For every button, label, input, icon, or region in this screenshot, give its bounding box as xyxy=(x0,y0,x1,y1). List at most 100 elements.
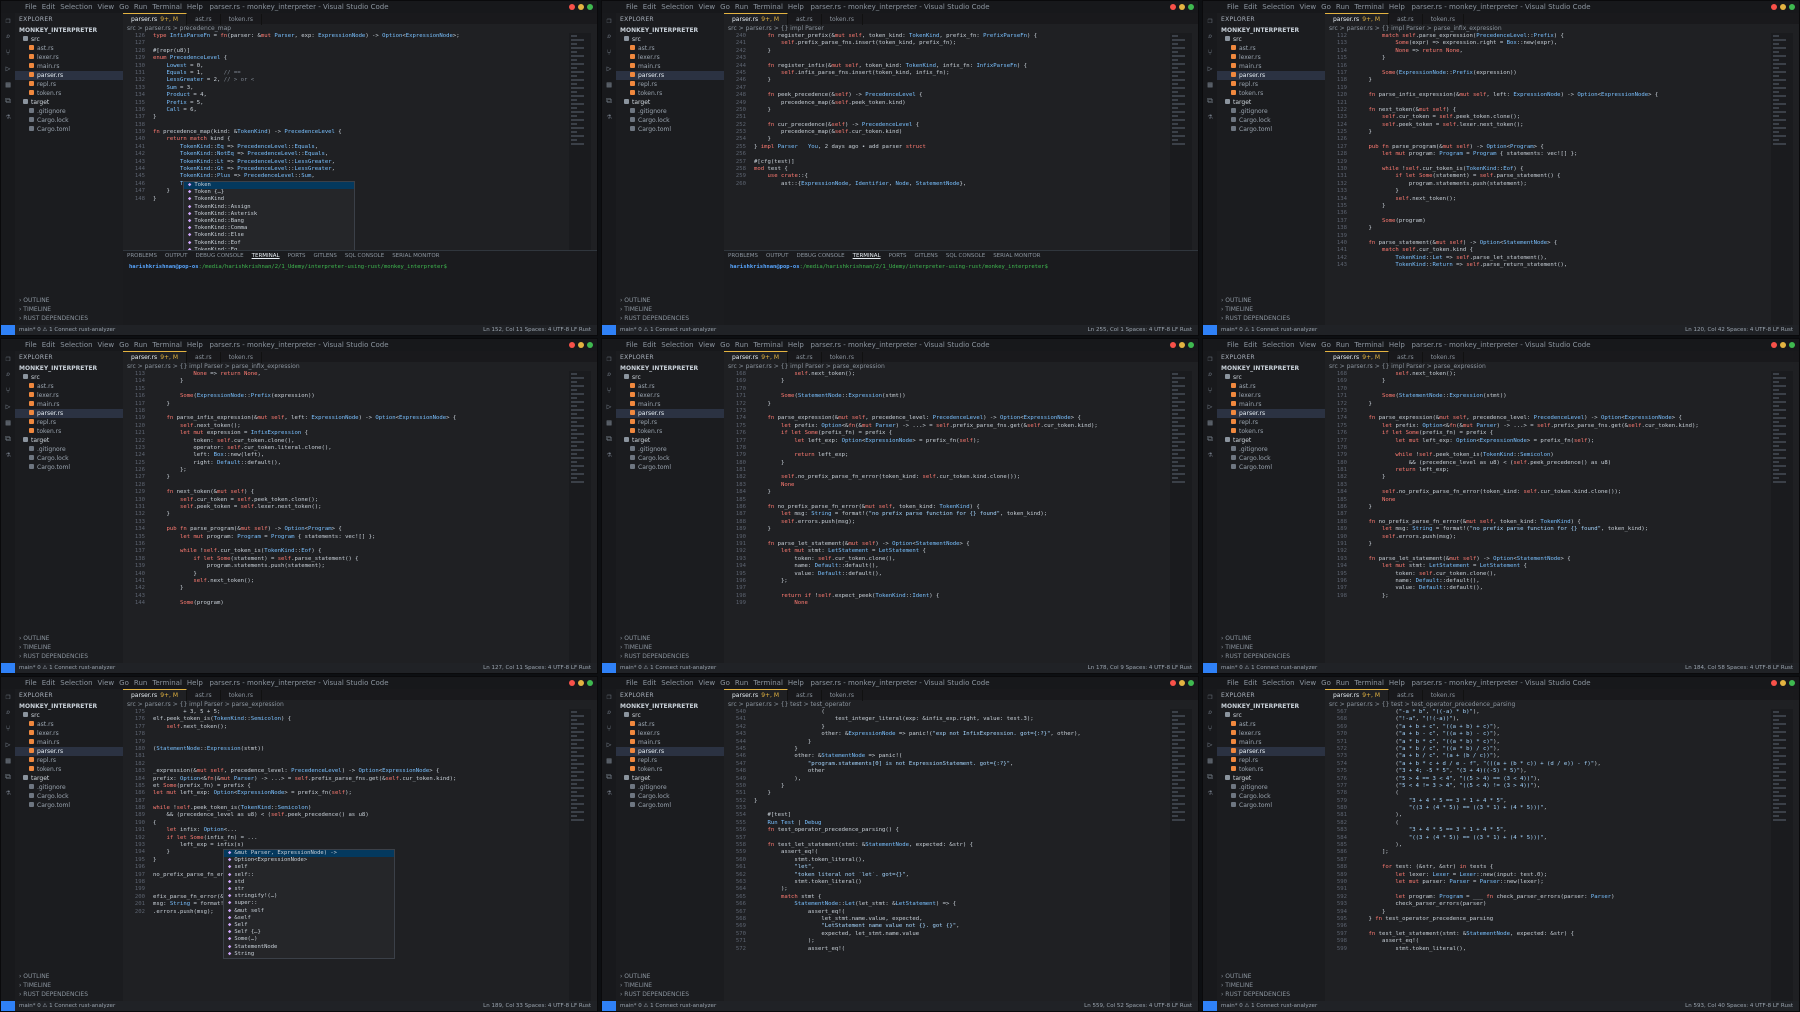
tab-parser-rs[interactable]: parser.rs 9+, M xyxy=(724,351,789,363)
explorer-item-gitignore[interactable]: .gitignore xyxy=(15,107,123,116)
explorer-root[interactable]: MONKEY_INTERPRETER xyxy=(15,364,123,373)
explorer-item-main-rs[interactable]: main.rs xyxy=(1217,62,1325,71)
explorer-item-src[interactable]: src xyxy=(616,373,724,382)
breadcrumb[interactable]: src > parser.rs > precedence_map xyxy=(127,25,231,32)
section-rust-dependencies[interactable]: › RUST DEPENDENCIES xyxy=(616,652,724,661)
tab-ast-rs[interactable]: ast.rs xyxy=(187,14,221,25)
explorer-item-token-rs[interactable]: token.rs xyxy=(1217,89,1325,98)
explorer-item-parser-rs[interactable]: parser.rs xyxy=(1217,71,1325,80)
close-button[interactable] xyxy=(1771,342,1777,348)
autocomplete-item[interactable]: ◆ TokenKind::Comma xyxy=(184,225,354,232)
explorer-item-target[interactable]: target xyxy=(1217,436,1325,445)
explorer-item-main-rs[interactable]: main.rs xyxy=(616,400,724,409)
minimize-button[interactable] xyxy=(1780,680,1786,686)
explorer-item-cargo-toml[interactable]: Cargo.toml xyxy=(1217,463,1325,472)
explorer-item-gitignore[interactable]: .gitignore xyxy=(15,783,123,792)
tab-ast-rs[interactable]: ast.rs xyxy=(788,690,822,701)
explorer-item-cargo-lock[interactable]: Cargo.lock xyxy=(15,116,123,125)
explorer-item-cargo-toml[interactable]: Cargo.toml xyxy=(1217,125,1325,134)
explorer-item-main-rs[interactable]: main.rs xyxy=(1217,738,1325,747)
explorer-item-token-rs[interactable]: token.rs xyxy=(15,765,123,774)
explorer-item-main-rs[interactable]: main.rs xyxy=(616,62,724,71)
source-control-icon[interactable]: ⑂ xyxy=(602,383,616,399)
minimap[interactable] xyxy=(1170,371,1192,663)
section-timeline[interactable]: › TIMELINE xyxy=(616,981,724,990)
breadcrumb[interactable]: src > parser.rs > {} impl Parser > parse… xyxy=(127,701,284,708)
explorer-item-lexer-rs[interactable]: lexer.rs xyxy=(616,53,724,62)
explorer-item-lexer-rs[interactable]: lexer.rs xyxy=(15,53,123,62)
panel-tab-output[interactable]: OUTPUT xyxy=(766,253,788,259)
panel-tab-debug-console[interactable]: DEBUG CONSOLE xyxy=(796,253,844,259)
panel-tab-terminal[interactable]: TERMINAL xyxy=(252,253,280,259)
remote-icon[interactable]: ⧉ xyxy=(1,769,15,785)
explorer-item-main-rs[interactable]: main.rs xyxy=(15,400,123,409)
tab-token-rs[interactable]: token.rs xyxy=(822,352,863,363)
autocomplete-item[interactable]: ◆ &mut Parser, ExpressionNode) -> xyxy=(224,850,394,858)
explorer-root[interactable]: MONKEY_INTERPRETER xyxy=(15,702,123,711)
section-timeline[interactable]: › TIMELINE xyxy=(1217,643,1325,652)
section-timeline[interactable]: › TIMELINE xyxy=(616,643,724,652)
section-timeline[interactable]: › TIMELINE xyxy=(1217,305,1325,314)
testing-icon[interactable]: ⚗ xyxy=(1203,109,1217,125)
explorer-item-main-rs[interactable]: main.rs xyxy=(616,738,724,747)
code-editor[interactable]: 540 (541 test_integer_literal(exp: &infi… xyxy=(724,709,1168,1001)
source-control-icon[interactable]: ⑂ xyxy=(1,45,15,61)
explorer-item-repl-rs[interactable]: repl.rs xyxy=(1217,418,1325,427)
explorer-item-src[interactable]: src xyxy=(15,711,123,720)
minimap[interactable] xyxy=(1771,709,1793,1001)
maximize-button[interactable] xyxy=(1188,4,1194,10)
extensions-icon[interactable]: ▦ xyxy=(1203,77,1217,93)
code-editor[interactable]: 168 self.next_token(); 169 } 170 171 Some(S… xyxy=(1325,371,1769,663)
explorer-item-parser-rs[interactable]: parser.rs xyxy=(1217,409,1325,418)
explorer-item-token-rs[interactable]: token.rs xyxy=(15,89,123,98)
source-control-icon[interactable]: ⑂ xyxy=(602,721,616,737)
autocomplete-item[interactable]: ◆ self xyxy=(224,864,394,871)
explorer-item-target[interactable]: target xyxy=(1217,774,1325,783)
minimize-button[interactable] xyxy=(1179,342,1185,348)
section-rust-dependencies[interactable]: › RUST DEPENDENCIES xyxy=(1217,314,1325,323)
testing-icon[interactable]: ⚗ xyxy=(1,785,15,801)
explorer-item-cargo-toml[interactable]: Cargo.toml xyxy=(616,463,724,472)
explorer-root[interactable]: MONKEY_INTERPRETER xyxy=(1217,26,1325,35)
search-icon[interactable]: ⌕ xyxy=(1,367,15,383)
files-icon[interactable]: ❐ xyxy=(1,351,15,367)
close-button[interactable] xyxy=(1771,4,1777,10)
explorer-item-cargo-lock[interactable]: Cargo.lock xyxy=(1217,454,1325,463)
explorer-item-main-rs[interactable]: main.rs xyxy=(15,62,123,71)
explorer-item-ast-rs[interactable]: ast.rs xyxy=(616,720,724,729)
files-icon[interactable]: ❐ xyxy=(602,689,616,705)
extensions-icon[interactable]: ▦ xyxy=(1,77,15,93)
section-outline[interactable]: › OUTLINE xyxy=(616,634,724,643)
remote-icon[interactable]: ⧉ xyxy=(1,431,15,447)
explorer-item-cargo-lock[interactable]: Cargo.lock xyxy=(15,792,123,801)
autocomplete-item[interactable]: ◆ str xyxy=(224,886,394,893)
tab-token-rs[interactable]: token.rs xyxy=(822,690,863,701)
explorer-item-repl-rs[interactable]: repl.rs xyxy=(1217,756,1325,765)
remote-indicator[interactable] xyxy=(602,1001,616,1011)
terminal-panel[interactable]: PROBLEMS OUTPUT DEBUG CONSOLE TERMINAL PORTS… xyxy=(724,250,1198,325)
explorer-root[interactable]: MONKEY_INTERPRETER xyxy=(616,364,724,373)
panel-tab-serial-monitor[interactable]: SERIAL MONITOR xyxy=(993,253,1040,259)
source-control-icon[interactable]: ⑂ xyxy=(1203,383,1217,399)
section-timeline[interactable]: › TIMELINE xyxy=(1217,981,1325,990)
panel-tab-debug-console[interactable]: DEBUG CONSOLE xyxy=(195,253,243,259)
maximize-button[interactable] xyxy=(587,342,593,348)
close-button[interactable] xyxy=(569,4,575,10)
tab-parser-rs[interactable]: parser.rs 9+, M xyxy=(1325,689,1390,701)
explorer-root[interactable]: MONKEY_INTERPRETER xyxy=(1217,702,1325,711)
remote-indicator[interactable] xyxy=(1,663,15,673)
explorer-item-cargo-toml[interactable]: Cargo.toml xyxy=(15,125,123,134)
explorer-item-token-rs[interactable]: token.rs xyxy=(616,427,724,436)
files-icon[interactable]: ❐ xyxy=(602,351,616,367)
breadcrumb[interactable]: src > parser.rs > {} impl Parser > parse… xyxy=(728,363,885,370)
autocomplete-item[interactable]: ◆ self:: xyxy=(224,872,394,879)
minimize-button[interactable] xyxy=(578,342,584,348)
remote-icon[interactable]: ⧉ xyxy=(1203,431,1217,447)
section-rust-dependencies[interactable]: › RUST DEPENDENCIES xyxy=(616,314,724,323)
explorer-item-target[interactable]: target xyxy=(616,436,724,445)
run-debug-icon[interactable]: ▷ xyxy=(1,737,15,753)
extensions-icon[interactable]: ▦ xyxy=(1,415,15,431)
explorer-item-src[interactable]: src xyxy=(1217,373,1325,382)
remote-icon[interactable]: ⧉ xyxy=(602,431,616,447)
explorer-item-src[interactable]: src xyxy=(15,35,123,44)
